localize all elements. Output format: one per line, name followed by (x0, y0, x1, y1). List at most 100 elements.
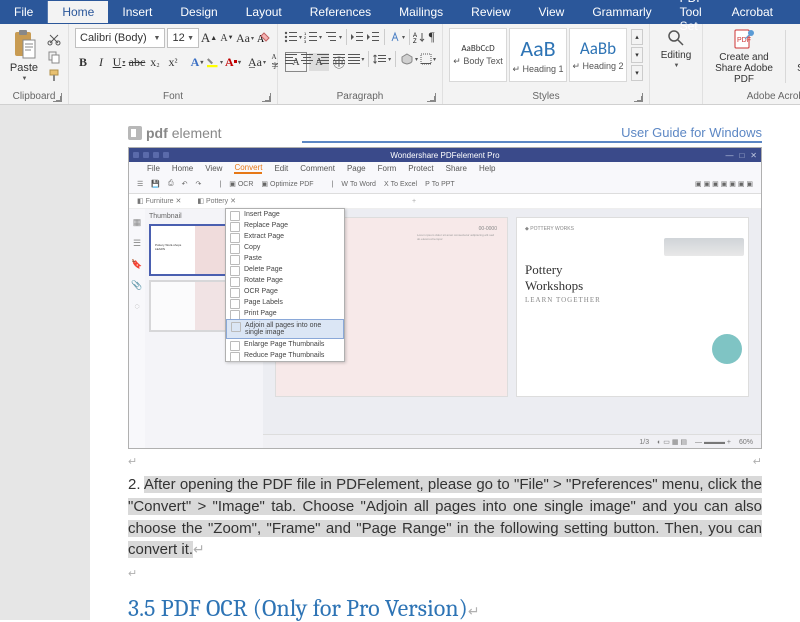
create-share-pdf-button[interactable]: PDF Create and Share Adobe PDF (709, 28, 779, 85)
ss-toolbar: ☰💾⎙↶↷ | ▣ OCR ▣ Optimize PDF | W To Word… (129, 175, 761, 194)
ss-thumb-2 (149, 280, 227, 332)
heading-pdf-ocr[interactable]: 3.5 PDF OCR (Only for Pro Version)↵ (128, 594, 762, 622)
embedded-screenshot: Wondershare PDFelement Pro —□✕ FileHomeV… (128, 147, 762, 449)
asian-layout-button[interactable]: ▾ (389, 28, 405, 46)
align-left-button[interactable] (284, 50, 298, 68)
group-clipboard: Paste ▼ Clipboard (0, 24, 69, 104)
ss-thumb-1: Pottery Work-shopsLEARN (149, 224, 227, 276)
svg-text:PDF: PDF (737, 37, 751, 44)
tab-mailings[interactable]: Mailings (385, 1, 457, 23)
ss-left-rail: ▦☰🔖📎◌ (129, 209, 145, 449)
sort-button[interactable]: AZ (413, 28, 425, 46)
styles-label: Styles (532, 91, 559, 102)
ss-min-icon: — (725, 151, 733, 160)
ribbon: Paste ▼ Clipboard Calibri (Body)▼ 12▼ A▲… (0, 24, 800, 105)
clipboard-icon (11, 30, 37, 60)
header-guide: User Guide for Windows (302, 125, 762, 143)
superscript-button[interactable]: x² (165, 53, 181, 71)
pilcrow: ↵ (128, 455, 137, 468)
align-right-button[interactable] (316, 50, 330, 68)
styles-more[interactable]: ▾ (631, 65, 643, 81)
paste-label: Paste (10, 62, 38, 74)
find-icon (666, 28, 686, 48)
line-spacing-button[interactable]: ▾ (373, 50, 391, 68)
font-dialog-launcher[interactable] (262, 93, 271, 102)
tab-review[interactable]: Review (457, 1, 524, 23)
ribbon-tabs: File Home Insert Design Layout Reference… (0, 0, 800, 24)
editing-button[interactable]: Editing▼ (656, 28, 696, 70)
tab-references[interactable]: References (296, 1, 385, 23)
clipboard-dialog-launcher[interactable] (53, 93, 62, 102)
tab-acrobat[interactable]: Acrobat (718, 1, 787, 23)
cut-button[interactable] (46, 32, 62, 46)
change-case-button[interactable]: Aa▾ (237, 29, 253, 47)
editing-label (656, 100, 696, 104)
tab-design[interactable]: Design (166, 1, 231, 23)
tab-file[interactable]: File (0, 1, 48, 23)
ss-menubar: FileHomeViewConvertEditCommentPageFormPr… (129, 162, 761, 175)
ss-page-right: ◆ POTTERY WORKS Pottery Workshops LEARN … (516, 217, 749, 397)
ss-close-icon: ✕ (750, 151, 757, 160)
styles-dialog-launcher[interactable] (634, 93, 643, 102)
justify-button[interactable] (332, 50, 346, 68)
tab-home[interactable]: Home (48, 1, 108, 23)
svg-text:Z: Z (413, 39, 417, 43)
font-color-button[interactable]: A▾ (225, 53, 241, 71)
subscript-button[interactable]: x₂ (147, 53, 163, 71)
grow-font-button[interactable]: A▲ (201, 29, 217, 47)
borders-button[interactable]: ▾ (420, 50, 436, 68)
numbering-button[interactable]: 123▾ (304, 28, 322, 46)
character-scale-button[interactable]: A̲a▾ (249, 53, 265, 71)
group-editing: Editing▼ (650, 24, 703, 104)
style-heading-1[interactable]: AaB↵ Heading 1 (509, 28, 567, 82)
document-page: pdfpdfelementelement User Guide for Wind… (90, 105, 800, 620)
pdf-share-icon: PDF (732, 28, 756, 50)
align-center-button[interactable] (300, 50, 314, 68)
ss-doctabs: ◧ Furniture ✕ ◧ Pottery ✕ + (129, 194, 761, 209)
styles-row-up[interactable]: ▴ (631, 29, 643, 45)
paste-button[interactable]: Paste ▼ (6, 30, 42, 82)
adobe-label: Adobe Acrobat (709, 89, 800, 104)
left-margin (0, 105, 90, 620)
copy-button[interactable] (46, 50, 62, 64)
styles-row-down[interactable]: ▾ (631, 47, 643, 63)
underline-button[interactable]: U▾ (111, 53, 127, 71)
request-signatures-button[interactable]: Request Signatures (792, 28, 800, 74)
tab-layout[interactable]: Layout (232, 1, 296, 23)
decrease-indent-button[interactable] (350, 28, 364, 46)
group-styles: AaBbCcD↵ Body Text AaB↵ Heading 1 AaBb↵ … (443, 24, 650, 104)
pdfelement-logo: pdfpdfelementelement (128, 125, 222, 141)
highlight-button[interactable]: ▾ (207, 53, 223, 71)
group-paragraph: ▾ 123▾ ▾ ▾ AZ ¶ ▾ ▾ ▾ (278, 24, 443, 104)
increase-indent-button[interactable] (366, 28, 380, 46)
ss-context-menu: Insert Page Replace Page Extract Page Co… (225, 208, 345, 362)
distribute-button[interactable]: ▾ (348, 50, 364, 68)
ss-titlebar: Wondershare PDFelement Pro —□✕ (129, 148, 761, 162)
ss-statusbar: 1/3◐ ▭ ▦ ▤— ▬▬▬ +60% (263, 434, 761, 449)
font-size-dropdown[interactable]: 12▼ (167, 28, 199, 48)
body-paragraph[interactable]: 2. After opening the PDF file in PDFelem… (128, 474, 762, 561)
svg-text:3: 3 (304, 39, 307, 43)
font-name-dropdown[interactable]: Calibri (Body)▼ (75, 28, 165, 48)
text-effects-button[interactable]: A▾ (189, 53, 205, 71)
shading-button[interactable]: ▾ (400, 50, 418, 68)
clear-format-button[interactable]: A (255, 29, 271, 47)
tab-pdfelement[interactable]: PDFelement (787, 1, 800, 23)
group-font: Calibri (Body)▼ 12▼ A▲ A▼ Aa▾ A B I U▾ a… (69, 24, 278, 104)
tab-grammarly[interactable]: Grammarly (578, 1, 665, 23)
shrink-font-button[interactable]: A▼ (219, 29, 235, 47)
tab-view[interactable]: View (525, 1, 579, 23)
bold-button[interactable]: B (75, 53, 91, 71)
multilevel-button[interactable]: ▾ (324, 28, 342, 46)
bullets-button[interactable]: ▾ (284, 28, 302, 46)
style-body-text[interactable]: AaBbCcD↵ Body Text (449, 28, 507, 82)
format-painter-button[interactable] (46, 68, 62, 82)
tab-insert[interactable]: Insert (108, 1, 166, 23)
paragraph-dialog-launcher[interactable] (427, 93, 436, 102)
show-marks-button[interactable]: ¶ (427, 28, 436, 46)
group-adobe: PDF Create and Share Adobe PDF Request S… (703, 24, 800, 104)
italic-button[interactable]: I (93, 53, 109, 71)
paragraph-label: Paragraph (337, 91, 384, 102)
strike-button[interactable]: abc (129, 53, 145, 71)
style-heading-2[interactable]: AaBb↵ Heading 2 (569, 28, 627, 82)
